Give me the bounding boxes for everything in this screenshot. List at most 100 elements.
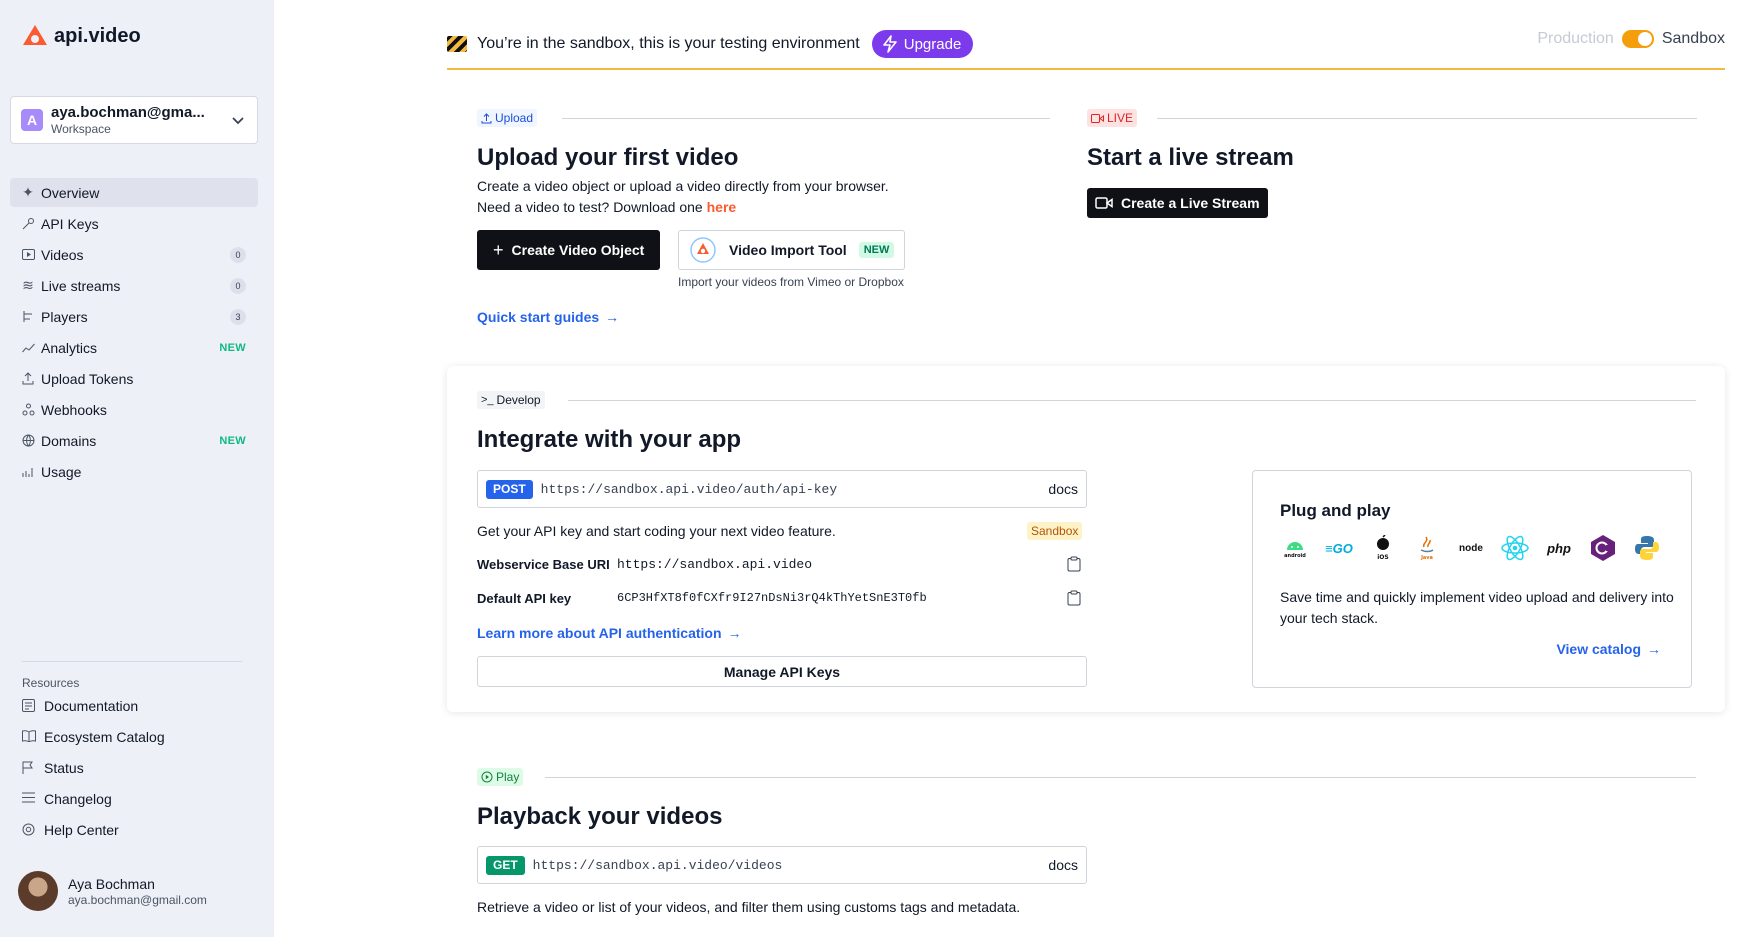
go-icon[interactable]: ≡GO — [1324, 533, 1354, 563]
tech-logos: android ≡GO iOS Java node php — [1280, 533, 1662, 563]
play-title: Playback your videos — [477, 803, 723, 830]
http-method-badge: GET — [486, 855, 525, 875]
sidebar-item-domains[interactable]: Domains NEW — [10, 426, 258, 455]
api-key-label: Default API key — [477, 591, 572, 606]
video-import-tool-label: Video Import Tool — [729, 242, 847, 258]
sidebar-item-analytics[interactable]: Analytics NEW — [10, 333, 258, 362]
csharp-icon[interactable] — [1588, 533, 1618, 563]
play-tag: Play — [477, 768, 524, 786]
develop-tag: >_ Develop — [477, 391, 545, 409]
lifebuoy-icon — [22, 823, 36, 837]
ios-icon[interactable]: iOS — [1368, 533, 1398, 563]
workspace-type: Workspace — [51, 122, 111, 136]
base-uri-label: Webservice Base URI — [477, 557, 610, 572]
plug-and-play-description: Save time and quickly implement video up… — [1280, 589, 1674, 626]
sidebar-item-players[interactable]: Players 3 — [10, 302, 258, 331]
env-sandbox-label: Sandbox — [1661, 30, 1725, 47]
video-import-tool-button[interactable]: Video Import Tool NEW — [678, 230, 906, 270]
upload-tag-label: Upload — [495, 111, 534, 125]
sparkle-icon: ✦ — [22, 184, 34, 200]
sandbox-env-badge: Sandbox — [1027, 522, 1083, 540]
resource-changelog[interactable]: Changelog — [10, 784, 258, 813]
upgrade-button[interactable]: Upgrade — [871, 30, 974, 58]
api-auth-label: Learn more about API authentication — [477, 625, 722, 641]
node-icon[interactable]: node — [1456, 533, 1486, 563]
import-caption: Import your videos from Vimeo or Dropbox — [678, 275, 904, 289]
sidebar-item-label: Overview — [41, 184, 100, 201]
video-camera-icon — [1095, 197, 1113, 209]
players-count-badge: 3 — [230, 308, 246, 325]
php-icon[interactable]: php — [1544, 533, 1574, 563]
live-divider — [1157, 118, 1697, 119]
play-circle-icon — [481, 771, 493, 783]
sidebar-item-upload-tokens[interactable]: Upload Tokens — [10, 364, 258, 393]
upgrade-label: Upgrade — [903, 35, 962, 53]
api-auth-link[interactable]: Learn more about API authentication → — [477, 625, 742, 641]
environment-switch[interactable] — [1621, 30, 1654, 48]
develop-tag-label: Develop — [496, 393, 541, 407]
svg-text:iOS: iOS — [1377, 554, 1388, 561]
create-live-stream-button[interactable]: Create a Live Stream — [1087, 188, 1268, 218]
resource-label: Status — [44, 759, 84, 776]
docs-link[interactable]: docs — [1048, 857, 1078, 873]
sidebar-item-live-streams[interactable]: ≋ Live streams 0 — [10, 271, 258, 300]
video-icon — [21, 248, 35, 262]
develop-title: Integrate with your app — [477, 426, 742, 453]
view-catalog-link[interactable]: View catalog → — [1556, 641, 1661, 657]
player-icon — [21, 310, 35, 324]
user-profile[interactable]: Aya Bochman aya.bochman@gmail.com — [18, 871, 207, 911]
sidebar-item-api-keys[interactable]: API Keys — [10, 209, 258, 238]
doc-icon — [22, 698, 36, 713]
create-live-stream-label: Create a Live Stream — [1121, 195, 1260, 211]
android-icon[interactable]: android — [1280, 533, 1310, 563]
brand-logo[interactable]: api.video — [22, 24, 141, 48]
sidebar: api.video A aya.bochman@gma... Workspace… — [0, 0, 274, 937]
resource-documentation[interactable]: Documentation — [10, 691, 258, 720]
upload-title: Upload your first video — [477, 144, 739, 171]
clipboard-icon[interactable] — [1067, 590, 1081, 606]
upload-tag: Upload — [477, 109, 538, 127]
live-streams-count-badge: 0 — [230, 277, 246, 294]
sidebar-item-label: Videos — [41, 246, 84, 263]
react-icon[interactable] — [1500, 533, 1530, 563]
resources-heading: Resources — [22, 676, 80, 690]
terminal-icon: >_ — [481, 394, 494, 406]
python-icon[interactable] — [1632, 533, 1662, 563]
sidebar-item-usage[interactable]: Usage — [10, 457, 258, 486]
auth-endpoint[interactable]: POST https://sandbox.api.video/auth/api-… — [477, 470, 1087, 508]
docs-link[interactable]: docs — [1048, 481, 1078, 497]
manage-api-keys-button[interactable]: Manage API Keys — [477, 656, 1087, 687]
create-video-object-button[interactable]: + Create Video Object — [477, 230, 661, 270]
clipboard-icon[interactable] — [1067, 556, 1081, 572]
workspace-selector[interactable]: A aya.bochman@gma... Workspace — [10, 96, 258, 144]
wifi-icon: ≋ — [22, 277, 34, 293]
live-tag-label: LIVE — [1107, 111, 1134, 125]
upload-test-hint: Need a video to test? Download one here — [477, 197, 736, 218]
key-icon — [21, 217, 35, 231]
resource-ecosystem-catalog[interactable]: Ecosystem Catalog — [10, 722, 258, 751]
create-video-object-label: Create Video Object — [511, 242, 645, 258]
environment-toggle[interactable]: Production Sandbox — [1537, 30, 1725, 48]
java-icon[interactable]: Java — [1412, 533, 1442, 563]
sidebar-item-webhooks[interactable]: Webhooks — [10, 395, 258, 424]
develop-description: Get your API key and start coding your n… — [477, 523, 836, 539]
bar-chart-icon — [21, 465, 35, 479]
api-video-logo-icon — [23, 25, 47, 45]
develop-divider — [568, 400, 1696, 401]
domains-new-badge: NEW — [219, 434, 246, 447]
quick-start-guides-link[interactable]: Quick start guides → — [477, 309, 619, 325]
sidebar-item-videos[interactable]: Videos 0 — [10, 240, 258, 269]
videos-endpoint[interactable]: GET https://sandbox.api.video/videos doc… — [477, 846, 1087, 884]
videos-count-badge: 0 — [230, 246, 246, 263]
resource-help-center[interactable]: Help Center — [10, 815, 258, 844]
import-tool-icon — [690, 237, 716, 263]
resource-status[interactable]: Status — [10, 753, 258, 782]
download-here-link[interactable]: here — [707, 199, 737, 215]
api-key-value: 6CP3HfXT8f0fCXfr9I27nDsNi3rQ4kThYetSnE3T… — [617, 591, 927, 605]
main-nav: ✦ Overview API Keys Videos 0 ≋ Live stre… — [10, 178, 258, 488]
live-tag: LIVE — [1087, 109, 1138, 127]
sandbox-banner: You’re in the sandbox, this is your test… — [447, 24, 1725, 70]
resource-label: Documentation — [44, 697, 139, 714]
sidebar-item-overview[interactable]: ✦ Overview — [10, 178, 258, 207]
upload-test-text: Need a video to test? Download one — [477, 199, 703, 215]
